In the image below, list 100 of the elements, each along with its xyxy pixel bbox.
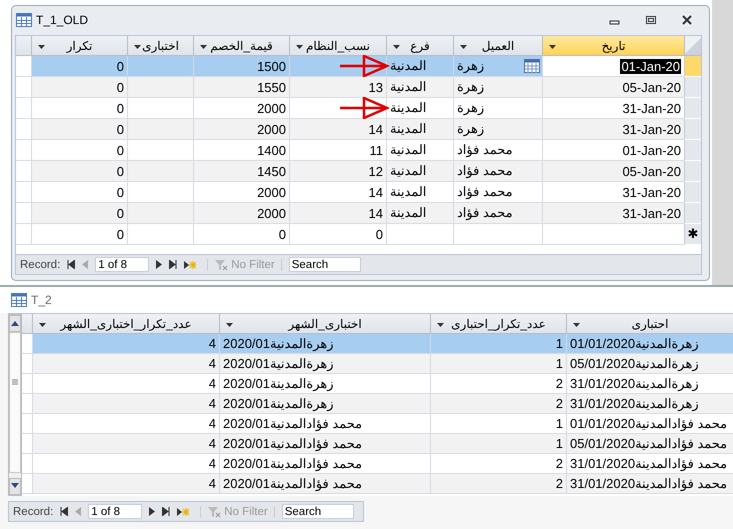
table-cell: المدنية [386, 140, 453, 161]
record-position-field[interactable]: 1 of 8 [95, 257, 150, 272]
table-cell: 2000 [193, 119, 289, 140]
column-header[interactable]: عدد_تكرار_اختبارى_الشهر [32, 314, 219, 334]
caret-icon[interactable] [226, 323, 233, 327]
table-cell: 0 [31, 203, 127, 224]
vertical-scrollbar[interactable] [8, 314, 22, 496]
table-cell: محمد فؤادالمدينة2020/01 [219, 454, 430, 474]
new-record-icon[interactable] [177, 506, 190, 516]
table-cell: 2000 [193, 182, 289, 203]
table-cell: 31-Jan-20 [542, 119, 684, 140]
table-cell: 0 [31, 77, 127, 98]
window-title: T_1_OLD [36, 12, 88, 26]
table-cell [127, 119, 193, 140]
table-cell: 1500 [193, 56, 289, 77]
table-cell: 0 [31, 98, 127, 119]
column-header[interactable]: عدد_تكرار_احتبارى [430, 314, 566, 334]
next-record-icon[interactable] [156, 260, 162, 269]
table-cell: 0 [31, 119, 127, 140]
row-selector[interactable]: ✱ [684, 224, 701, 245]
table-cell: 4 [32, 434, 219, 454]
funnel-icon [214, 258, 228, 270]
table-cell: 2 [430, 394, 566, 414]
table-cell: زهرةالمدينة2020/01 [219, 374, 430, 394]
column-header[interactable]: نسب_النظام [289, 36, 386, 56]
column-header[interactable]: اختبارى [127, 36, 193, 56]
table-cell: محمد فؤادالمدينة31/01/2020 [566, 474, 733, 494]
calendar-icon[interactable] [524, 59, 540, 73]
table-cell [127, 224, 193, 245]
annotation-arrow [340, 97, 390, 119]
table-cell: 12 [289, 161, 386, 182]
first-record-icon[interactable] [67, 260, 76, 269]
table-cell: محمد فؤاد [453, 161, 542, 182]
column-header[interactable]: احتبارى [566, 314, 733, 334]
table-cell: المدنية [386, 77, 453, 98]
restore-icon[interactable] [645, 14, 657, 24]
caret-icon[interactable] [134, 45, 141, 49]
close-icon[interactable] [681, 14, 693, 24]
table-cell: 05-Jan-20 [542, 161, 684, 182]
caret-icon[interactable] [460, 45, 467, 49]
table-cell: 1400 [193, 140, 289, 161]
table-cell: 0 [31, 161, 127, 182]
table-cell [127, 161, 193, 182]
table-cell: محمد فؤاد [453, 182, 542, 203]
table-cell: محمد فؤادالمدينة31/01/2020 [566, 454, 733, 474]
caret-icon[interactable] [393, 45, 400, 49]
table-cell [386, 224, 453, 245]
table-cell: 4 [32, 394, 219, 414]
date-field[interactable]: 01-Jan-20 [542, 56, 684, 77]
last-record-icon[interactable] [162, 507, 170, 516]
table-cell: زهرة [453, 119, 542, 140]
table-cell: 05-Jan-20 [542, 77, 684, 98]
column-header[interactable]: تكرار [31, 36, 127, 56]
table-cell: 0 [31, 56, 127, 77]
column-header[interactable]: تاريخ [542, 36, 684, 56]
caret-icon[interactable] [296, 45, 303, 49]
table-cell: محمد فؤادالمدنية2020/01 [219, 414, 430, 434]
table-cell [127, 203, 193, 224]
table-cell: زهرةالمدنية01/01/2020 [566, 334, 733, 354]
table-cell: المدينة [386, 119, 453, 140]
funnel-icon [207, 506, 222, 518]
table-cell: 1 [430, 414, 566, 434]
table-cell: المدنية [386, 161, 453, 182]
table-cell: 14 [289, 119, 386, 140]
table-cell: زهرةالمدينة31/01/2020 [566, 394, 733, 414]
search-field[interactable]: Search [282, 504, 354, 519]
column-header[interactable]: فرع [386, 36, 453, 56]
table-cell: 1 [430, 334, 566, 354]
column-header[interactable]: العميل [453, 36, 542, 56]
table-cell: 4 [32, 414, 219, 434]
record-position-field[interactable]: 1 of 8 [88, 504, 142, 519]
table-cell: المدنية [386, 56, 453, 77]
caret-icon[interactable] [437, 323, 444, 327]
caret-icon[interactable] [39, 323, 46, 327]
table-cell: محمد فؤادالمدنية05/01/2020 [566, 434, 733, 454]
next-record-icon[interactable] [149, 507, 156, 516]
table-icon [11, 293, 27, 307]
new-record-icon[interactable] [184, 260, 196, 270]
table-cell: 11 [289, 140, 386, 161]
table-cell: زهرة [453, 77, 542, 98]
table-cell: 0 [31, 224, 127, 245]
search-field[interactable]: Search [288, 257, 361, 272]
caret-icon[interactable] [573, 323, 580, 327]
table-cell: محمد فؤادالمدينة2020/01 [219, 474, 430, 494]
caret-icon[interactable] [549, 45, 556, 49]
caret-icon[interactable] [200, 45, 207, 49]
record-label: Record: [20, 258, 60, 270]
table-cell: زهرةالمدينة2020/01 [219, 394, 430, 414]
table-cell: 0 [31, 140, 127, 161]
last-record-icon[interactable] [169, 260, 178, 269]
table-cell: 14 [289, 182, 386, 203]
table-cell: محمد فؤادالمدنية01/01/2020 [566, 414, 733, 434]
column-header[interactable]: قيمة_الخصم [193, 36, 289, 56]
caret-icon[interactable] [38, 45, 45, 49]
table-cell [127, 77, 193, 98]
first-record-icon[interactable] [60, 507, 68, 516]
table-cell: 0 [289, 224, 386, 245]
table-cell: 4 [32, 374, 219, 394]
table-cell [127, 182, 193, 203]
column-header[interactable]: اختبارى_الشهر [219, 314, 430, 334]
